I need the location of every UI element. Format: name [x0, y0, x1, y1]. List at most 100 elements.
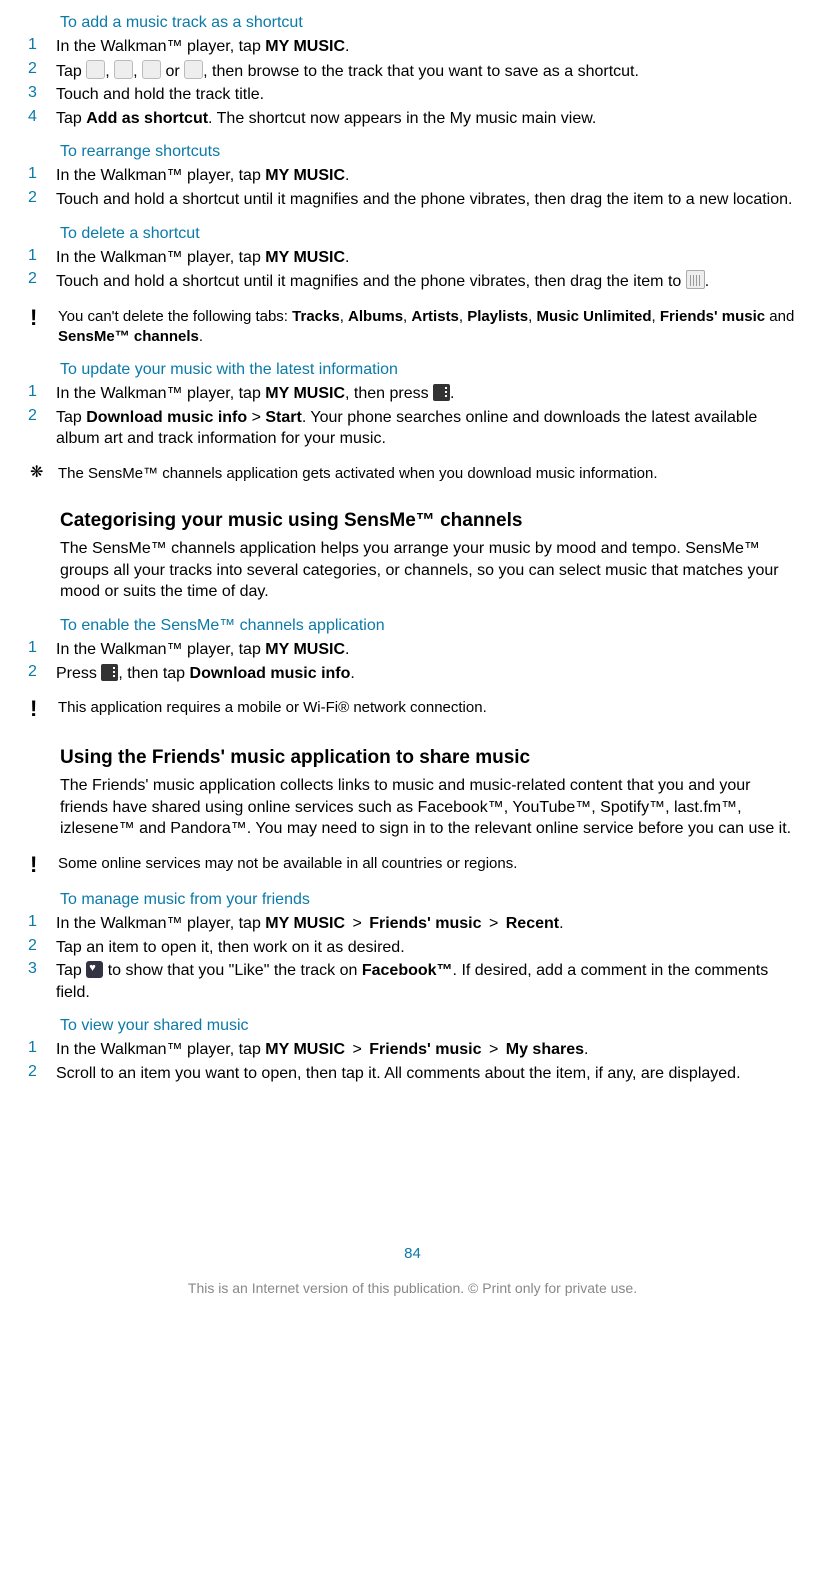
- text: , then browse to the track that you want…: [203, 63, 639, 80]
- text: Touch and hold a shortcut until it magni…: [56, 273, 686, 290]
- text: Press: [56, 665, 101, 682]
- label: Music Unlimited: [536, 308, 651, 325]
- note-icon-cell: ❋: [24, 464, 58, 484]
- section-title-add-shortcut: To add a music track as a shortcut: [60, 14, 801, 32]
- step-text: In the Walkman™ player, tap MY MUSIC.: [56, 247, 801, 269]
- note-text: This application requires a mobile or Wi…: [58, 698, 801, 721]
- step-number: 1: [24, 639, 56, 661]
- warning-icon: !: [30, 696, 37, 721]
- text: .: [199, 328, 203, 345]
- step: 2 Touch and hold a shortcut until it mag…: [24, 189, 801, 211]
- step-text: Press , then tap Download music info.: [56, 663, 801, 685]
- trash-icon: [686, 270, 705, 289]
- category-icon: [184, 60, 203, 79]
- text: and: [765, 308, 794, 325]
- paragraph: The SensMe™ channels application helps y…: [60, 538, 801, 603]
- label: Artists: [411, 308, 459, 325]
- warning-note: ! This application requires a mobile or …: [24, 698, 801, 721]
- sep: ,: [133, 63, 142, 80]
- menu-icon: [433, 384, 450, 401]
- tip-note: ❋ The SensMe™ channels application gets …: [24, 464, 801, 484]
- step-number: 1: [24, 165, 56, 187]
- sep: ,: [651, 308, 659, 325]
- label: Download music info: [190, 665, 351, 682]
- step: 2 Tap , , or , then browse to the track …: [24, 60, 801, 83]
- label-my-music: MY MUSIC: [265, 385, 345, 402]
- step-text: Tap an item to open it, then work on it …: [56, 937, 801, 959]
- step-text: In the Walkman™ player, tap MY MUSIC.: [56, 165, 801, 187]
- note-icon-cell: !: [24, 698, 58, 721]
- label: MY MUSIC: [265, 1041, 345, 1058]
- label: MY MUSIC: [265, 915, 345, 932]
- step: 2 Tap Download music info > Start. Your …: [24, 407, 801, 450]
- step: 1 In the Walkman™ player, tap MY MUSIC.: [24, 639, 801, 661]
- label-my-music: MY MUSIC: [265, 249, 345, 266]
- label: SensMe™ channels: [58, 328, 199, 345]
- text: In the Walkman™ player, tap: [56, 249, 265, 266]
- text: .: [450, 385, 454, 402]
- gt: >: [247, 409, 265, 426]
- step: 2 Touch and hold a shortcut until it mag…: [24, 270, 801, 293]
- gt: >: [348, 1041, 366, 1058]
- step-number: 1: [24, 383, 56, 405]
- text: or: [161, 63, 184, 80]
- label: Tracks: [292, 308, 340, 325]
- step: 1 In the Walkman™ player, tap MY MUSIC.: [24, 165, 801, 187]
- warning-note: ! You can't delete the following tabs: T…: [24, 307, 801, 348]
- text: In the Walkman™ player, tap: [56, 167, 265, 184]
- label-my-music: MY MUSIC: [265, 641, 345, 658]
- page-number: 84: [24, 1245, 801, 1262]
- step-number: 1: [24, 36, 56, 58]
- menu-icon: [101, 664, 118, 681]
- label: Friends' music: [369, 915, 481, 932]
- text: , then press: [345, 385, 433, 402]
- step-text: Touch and hold a shortcut until it magni…: [56, 189, 801, 211]
- text: In the Walkman™ player, tap: [56, 915, 265, 932]
- step: 1 In the Walkman™ player, tap MY MUSIC.: [24, 247, 801, 269]
- text: Tap: [56, 962, 86, 979]
- step-text: Touch and hold a shortcut until it magni…: [56, 270, 801, 293]
- page-content: To add a music track as a shortcut 1 In …: [0, 14, 825, 1296]
- step-text: In the Walkman™ player, tap MY MUSIC.: [56, 36, 801, 58]
- sep: ,: [340, 308, 348, 325]
- text: .: [705, 273, 709, 290]
- step-text: Tap to show that you "Like" the track on…: [56, 960, 801, 1003]
- step-number: 2: [24, 60, 56, 83]
- warning-note: ! Some online services may not be availa…: [24, 854, 801, 877]
- step-number: 1: [24, 913, 56, 935]
- label: Playlists: [467, 308, 528, 325]
- step-text: Tap Download music info > Start. Your ph…: [56, 407, 801, 450]
- text: . The shortcut now appears in the My mus…: [208, 110, 596, 127]
- paragraph: The Friends' music application collects …: [60, 775, 801, 840]
- step-number: 4: [24, 108, 56, 130]
- text: .: [345, 167, 349, 184]
- step: 1 In the Walkman™ player, tap MY MUSIC.: [24, 36, 801, 58]
- text: In the Walkman™ player, tap: [56, 38, 265, 55]
- label: Albums: [348, 308, 403, 325]
- category-icon: [142, 60, 161, 79]
- step-number: 2: [24, 270, 56, 293]
- label: Friends' music: [369, 1041, 481, 1058]
- step: 4 Tap Add as shortcut. The shortcut now …: [24, 108, 801, 130]
- step-number: 3: [24, 84, 56, 106]
- label-my-music: MY MUSIC: [265, 167, 345, 184]
- note-icon-cell: !: [24, 307, 58, 348]
- text: You can't delete the following tabs:: [58, 308, 292, 325]
- note-text: You can't delete the following tabs: Tra…: [58, 307, 801, 348]
- label: Facebook™: [362, 962, 453, 979]
- step-text: In the Walkman™ player, tap MY MUSIC, th…: [56, 383, 801, 405]
- footer-disclaimer: This is an Internet version of this publ…: [24, 1280, 801, 1296]
- text: .: [345, 249, 349, 266]
- step-text: Touch and hold the track title.: [56, 84, 801, 106]
- step: 1 In the Walkman™ player, tap MY MUSIC, …: [24, 383, 801, 405]
- label: Friends' music: [660, 308, 765, 325]
- label: My shares: [506, 1041, 584, 1058]
- text: .: [584, 1041, 588, 1058]
- step: 2 Press , then tap Download music info.: [24, 663, 801, 685]
- gt: >: [485, 915, 503, 932]
- text: In the Walkman™ player, tap: [56, 1041, 265, 1058]
- section-title-rearrange: To rearrange shortcuts: [60, 143, 801, 161]
- step: 2 Tap an item to open it, then work on i…: [24, 937, 801, 959]
- label-my-music: MY MUSIC: [265, 38, 345, 55]
- step: 2 Scroll to an item you want to open, th…: [24, 1063, 801, 1085]
